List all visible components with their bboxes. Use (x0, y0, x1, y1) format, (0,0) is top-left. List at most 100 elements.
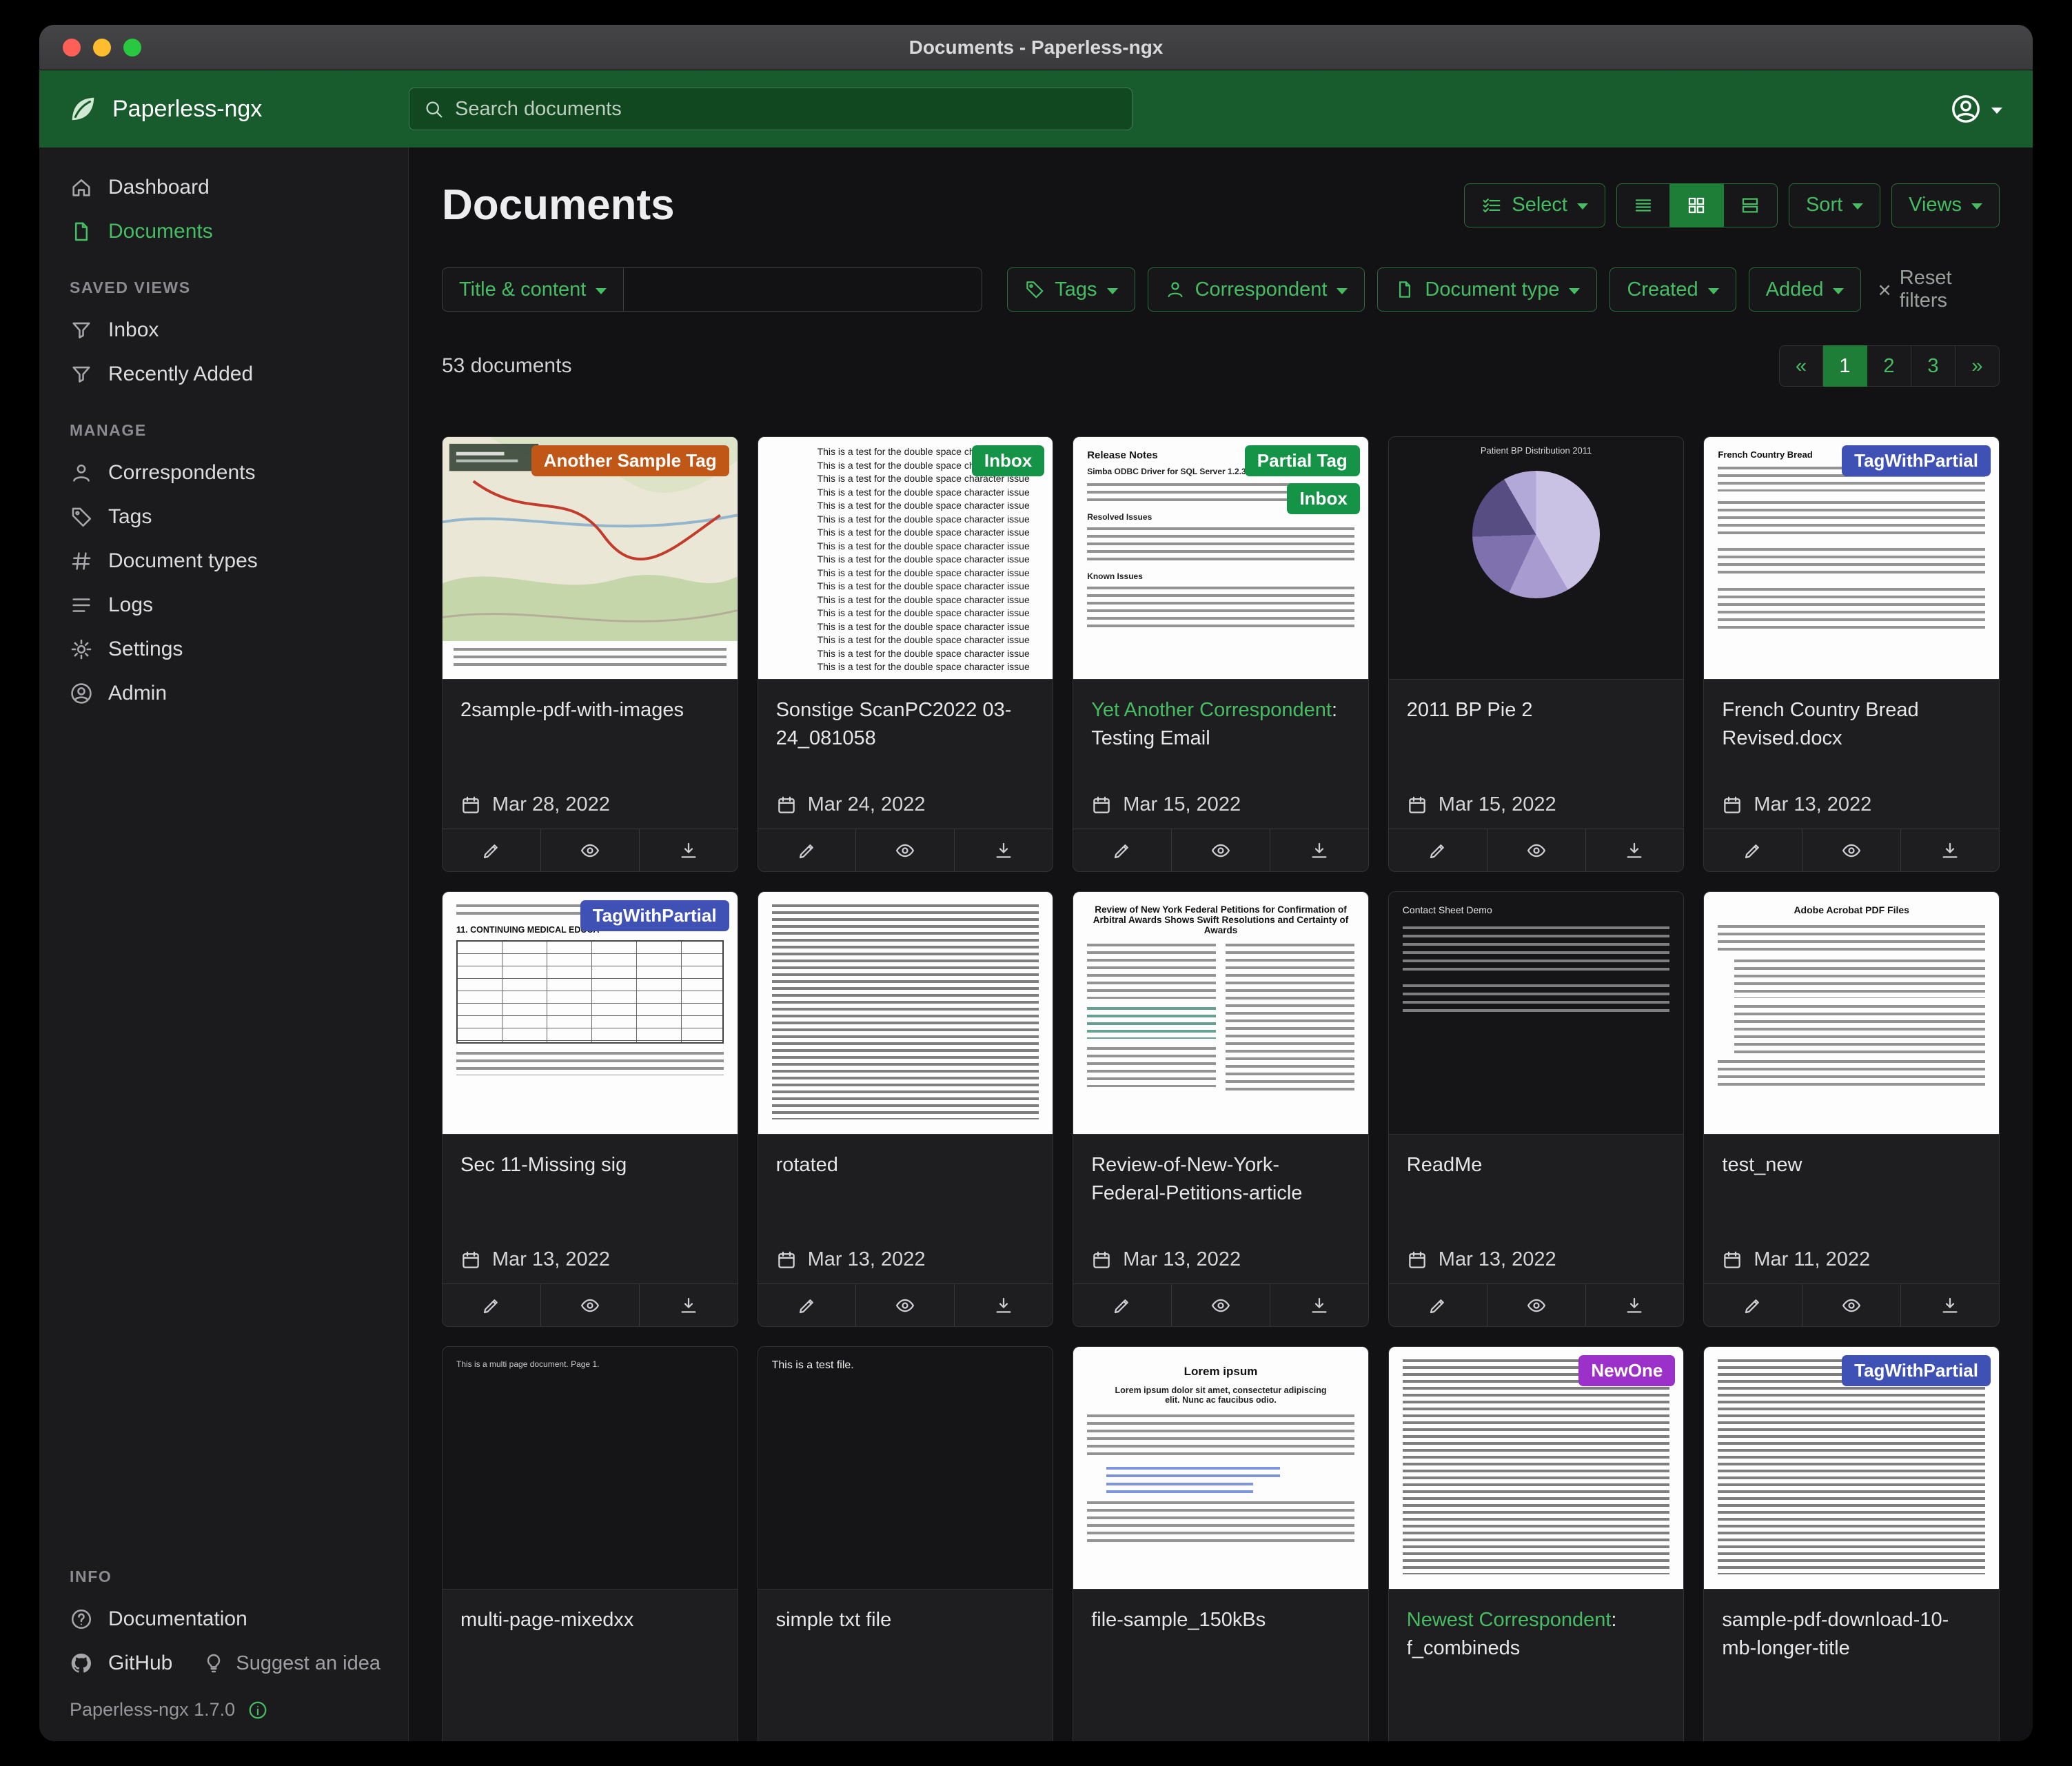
document-thumbnail[interactable]: TagWithPartial French Country Bread (1704, 437, 1999, 680)
correspondent-filter-dropdown[interactable]: Correspondent (1148, 267, 1365, 312)
document-thumbnail[interactable]: TagWithPartial (1704, 1347, 1999, 1590)
pagination-page-1[interactable]: 1 (1823, 345, 1867, 387)
pagination-prev[interactable]: « (1779, 345, 1823, 387)
added-filter-dropdown[interactable]: Added (1749, 267, 1862, 312)
document-title[interactable]: sample-pdf-download-10-mb-longer-title (1722, 1606, 1981, 1662)
document-thumbnail[interactable]: Patient BP Distribution 2011 (1389, 437, 1684, 680)
document-thumbnail[interactable]: Adobe Acrobat PDF Files (1704, 892, 1999, 1135)
download-button[interactable] (1270, 1284, 1368, 1326)
document-thumbnail[interactable]: Lorem ipsum Lorem ipsum dolor sit amet, … (1073, 1347, 1368, 1590)
document-thumbnail[interactable]: Contact Sheet Demo (1389, 892, 1684, 1135)
download-button[interactable] (1585, 1284, 1684, 1326)
document-thumbnail[interactable]: Partial Tag Inbox Release Notes Simba OD… (1073, 437, 1368, 680)
select-dropdown[interactable]: Select (1464, 183, 1605, 227)
document-thumbnail[interactable]: This is a multi page document. Page 1. (443, 1347, 738, 1590)
document-thumbnail[interactable]: Inbox This is a test for the double spac… (758, 437, 1053, 680)
document-thumbnail[interactable]: NewOne (1389, 1347, 1684, 1590)
document-thumbnail[interactable] (758, 892, 1053, 1135)
correspondent-link[interactable]: Newest Correspondent (1407, 1609, 1612, 1631)
edit-button[interactable] (758, 1284, 856, 1326)
edit-button[interactable] (1389, 1284, 1487, 1326)
download-button[interactable] (639, 1284, 738, 1326)
tag-badge[interactable]: Another Sample Tag (531, 445, 729, 476)
sidebar-item-github[interactable]: GitHub (39, 1641, 172, 1685)
tag-badge[interactable]: TagWithPartial (1842, 445, 1991, 476)
views-dropdown[interactable]: Views (1891, 183, 2000, 227)
correspondent-link[interactable]: Yet Another Correspondent (1091, 699, 1332, 721)
download-button[interactable] (1900, 829, 1999, 871)
view-button[interactable] (1802, 1284, 1900, 1326)
reset-filters-button[interactable]: × Reset filters (1873, 267, 2000, 312)
document-title[interactable]: Review-of-New-York-Federal-Petitions-art… (1091, 1151, 1350, 1207)
document-title[interactable]: simple txt file (776, 1606, 1035, 1634)
document-title[interactable]: Sec 11-Missing sig (460, 1151, 720, 1179)
document-title[interactable]: rotated (776, 1151, 1035, 1179)
app-logo[interactable]: Paperless-ngx (39, 93, 409, 125)
sidebar-item-suggest-idea[interactable]: Suggest an idea (203, 1652, 380, 1675)
view-button[interactable] (855, 1284, 954, 1326)
edit-button[interactable] (1073, 1284, 1171, 1326)
tag-badge[interactable]: TagWithPartial (1842, 1355, 1991, 1386)
tag-badge[interactable]: NewOne (1578, 1355, 1675, 1386)
document-title[interactable]: French Country Bread Revised.docx (1722, 696, 1981, 752)
sidebar-item-document-types[interactable]: Document types (39, 539, 408, 583)
search-input[interactable] (455, 98, 1118, 121)
tag-badge[interactable]: Inbox (972, 445, 1044, 476)
sidebar-item-documentation[interactable]: Documentation (39, 1597, 408, 1641)
download-button[interactable] (1270, 829, 1368, 871)
document-type-filter-dropdown[interactable]: Document type (1377, 267, 1597, 312)
created-filter-dropdown[interactable]: Created (1609, 267, 1736, 312)
global-search[interactable] (409, 88, 1133, 130)
info-icon[interactable] (247, 1700, 268, 1721)
document-title[interactable]: file-sample_150kBs (1091, 1606, 1350, 1634)
list-view-button[interactable] (1616, 183, 1670, 227)
view-button[interactable] (540, 1284, 639, 1326)
view-button[interactable] (540, 829, 639, 871)
view-button[interactable] (1487, 1284, 1585, 1326)
document-thumbnail[interactable]: Another Sample Tag (443, 437, 738, 680)
document-title[interactable]: ReadMe (1407, 1151, 1666, 1179)
edit-button[interactable] (443, 1284, 540, 1326)
edit-button[interactable] (758, 829, 856, 871)
window-close-button[interactable] (63, 39, 81, 57)
tag-badge[interactable]: Partial Tag (1245, 445, 1360, 476)
sidebar-item-recently-added[interactable]: Recently Added (39, 352, 408, 396)
sidebar-item-documents[interactable]: Documents (39, 210, 408, 254)
document-title[interactable]: 2011 BP Pie 2 (1407, 696, 1666, 724)
document-title[interactable]: multi-page-mixedxx (460, 1606, 720, 1634)
document-thumbnail[interactable]: This is a test file. (758, 1347, 1053, 1590)
document-title[interactable]: Newest Correspondent: f_combineds (1407, 1606, 1666, 1662)
sidebar-item-admin[interactable]: Admin (39, 671, 408, 715)
sort-dropdown[interactable]: Sort (1789, 183, 1880, 227)
title-content-dropdown[interactable]: Title & content (442, 267, 624, 312)
view-button[interactable] (1171, 829, 1270, 871)
view-button[interactable] (855, 829, 954, 871)
edit-button[interactable] (1704, 829, 1802, 871)
sidebar-item-dashboard[interactable]: Dashboard (39, 165, 408, 210)
document-thumbnail[interactable]: TagWithPartial 11. CONTINUING MEDICAL ED… (443, 892, 738, 1135)
download-button[interactable] (954, 1284, 1053, 1326)
download-button[interactable] (1585, 829, 1684, 871)
sidebar-item-settings[interactable]: Settings (39, 627, 408, 671)
window-zoom-button[interactable] (123, 39, 141, 57)
pagination-page-3[interactable]: 3 (1911, 345, 1956, 387)
download-button[interactable] (1900, 1284, 1999, 1326)
pagination-next[interactable]: » (1956, 345, 2000, 387)
document-title[interactable]: Yet Another Correspondent: Testing Email (1091, 696, 1350, 752)
grid-view-button[interactable] (1670, 183, 1724, 227)
sidebar-item-logs[interactable]: Logs (39, 583, 408, 627)
sidebar-item-tags[interactable]: Tags (39, 495, 408, 539)
user-menu[interactable] (1950, 93, 2033, 125)
tags-filter-dropdown[interactable]: Tags (1007, 267, 1135, 312)
pagination-page-2[interactable]: 2 (1867, 345, 1911, 387)
document-thumbnail[interactable]: Review of New York Federal Petitions for… (1073, 892, 1368, 1135)
edit-button[interactable] (1073, 829, 1171, 871)
tag-badge[interactable]: TagWithPartial (580, 900, 729, 931)
view-button[interactable] (1802, 829, 1900, 871)
detail-view-button[interactable] (1724, 183, 1778, 227)
window-minimize-button[interactable] (93, 39, 111, 57)
sidebar-item-correspondents[interactable]: Correspondents (39, 451, 408, 495)
download-button[interactable] (954, 829, 1053, 871)
download-button[interactable] (639, 829, 738, 871)
view-button[interactable] (1171, 1284, 1270, 1326)
